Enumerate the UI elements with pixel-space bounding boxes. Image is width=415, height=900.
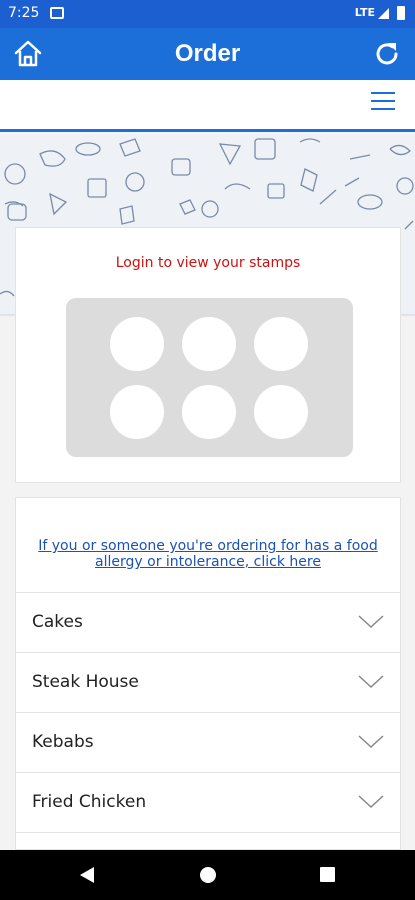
recent-apps-icon[interactable]	[320, 867, 335, 882]
status-bar: 7:25 LTE	[0, 0, 415, 28]
category-label: Steak House	[32, 672, 139, 692]
refresh-icon	[376, 43, 398, 65]
menu-card: If you or someone you're ordering for ha…	[15, 497, 401, 850]
category-row-kebabs[interactable]: Kebabs	[16, 712, 400, 772]
allergy-info-link[interactable]: If you or someone you're ordering for ha…	[36, 538, 380, 570]
back-icon[interactable]	[80, 867, 94, 883]
hamburger-icon	[371, 92, 395, 94]
category-row-fried-chicken[interactable]: Fried Chicken	[16, 772, 400, 832]
stamp-board	[66, 298, 353, 457]
system-nav-bar	[0, 850, 415, 900]
chevron-down-icon	[358, 735, 384, 749]
stamp-card: Login to view your stamps	[15, 227, 401, 483]
menu-bar	[0, 80, 415, 132]
category-row-cakes[interactable]: Cakes	[16, 592, 400, 652]
category-label: Cakes	[32, 612, 83, 632]
stamp-slot	[110, 385, 164, 439]
chevron-down-icon	[358, 615, 384, 629]
login-stamps-prompt[interactable]: Login to view your stamps	[16, 255, 400, 271]
hamburger-menu-button[interactable]	[371, 92, 395, 116]
category-label: Kebabs	[32, 732, 94, 752]
app-bar: Order	[0, 28, 415, 80]
stamp-slot	[254, 385, 308, 439]
message-icon	[50, 7, 64, 19]
home-circle-icon[interactable]	[200, 867, 216, 883]
refresh-button[interactable]	[371, 38, 403, 70]
network-type: LTE	[354, 6, 375, 19]
chevron-down-icon	[358, 795, 384, 809]
stamp-slot	[254, 317, 308, 371]
category-label: Fried Chicken	[32, 792, 147, 812]
page-title: Order	[174, 40, 241, 67]
signal-icon	[378, 8, 389, 19]
battery-icon	[397, 6, 405, 20]
hamburger-icon-line	[371, 100, 395, 102]
status-time: 7:25	[8, 5, 40, 21]
stamp-slot	[110, 317, 164, 371]
stamp-slot	[182, 317, 236, 371]
category-row-steak-house[interactable]: Steak House	[16, 652, 400, 712]
category-row-next[interactable]	[16, 832, 400, 849]
chevron-down-icon	[358, 675, 384, 689]
allergy-link-text[interactable]: If you or someone you're ordering for ha…	[38, 538, 377, 570]
hamburger-icon-line	[371, 108, 395, 110]
stamp-slot	[182, 385, 236, 439]
